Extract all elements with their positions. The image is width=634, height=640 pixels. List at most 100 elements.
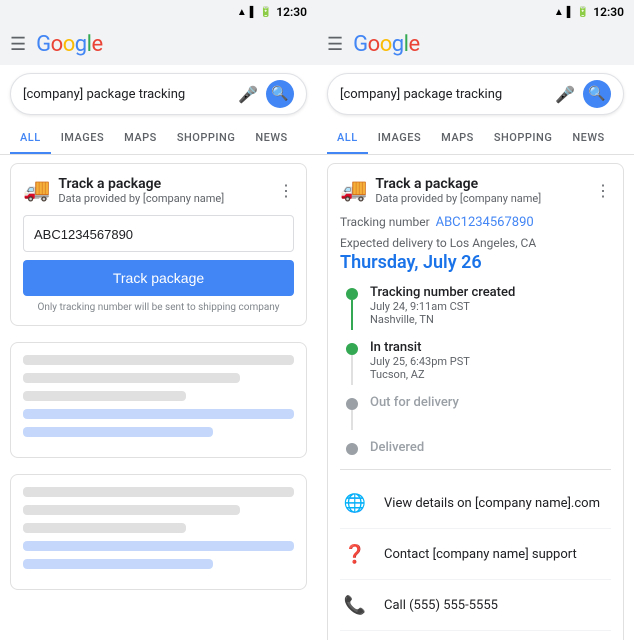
left-card-subtitle: Data provided by [company name] xyxy=(58,192,224,205)
right-panel: ▲ ▌ 🔋 12:30 ☰ Google [company] package t… xyxy=(317,0,634,640)
right-card-titles: Track a package Data provided by [compan… xyxy=(375,176,541,205)
timeline-content-4: Delivered xyxy=(370,440,611,459)
right-tab-images[interactable]: IMAGES xyxy=(368,123,431,154)
delivery-label: Expected delivery to Los Angeles, CA xyxy=(340,236,611,250)
left-tab-maps[interactable]: MAPS xyxy=(114,123,167,154)
right-time: 12:30 xyxy=(593,5,624,19)
right-status-icons: ▲ ▌ 🔋 xyxy=(554,7,589,18)
action-view-details-text: View details on [company name].com xyxy=(384,496,600,511)
timeline: Tracking number created July 24, 9:11am … xyxy=(340,285,611,459)
right-search-button[interactable]: 🔍 xyxy=(583,80,611,108)
right-search-text: [company] package tracking xyxy=(340,87,547,102)
action-call[interactable]: 📞 Call (555) 555-5555 xyxy=(340,580,611,631)
right-content-area: 🚚 Track a package Data provided by [comp… xyxy=(317,155,634,640)
timeline-detail-1b: Nashville, TN xyxy=(370,313,611,326)
timeline-dot-col-1 xyxy=(344,285,360,330)
tracking-label: Tracking number xyxy=(340,215,430,229)
timeline-line-3 xyxy=(351,410,353,430)
timeline-line-2 xyxy=(351,355,353,385)
timeline-item-created: Tracking number created July 24, 9:11am … xyxy=(344,285,611,330)
left-tracking-input[interactable] xyxy=(34,227,283,242)
timeline-item-transit: In transit July 25, 6:43pm PST Tucson, A… xyxy=(344,340,611,385)
right-card-header: 🚚 Track a package Data provided by [comp… xyxy=(340,176,611,205)
left-status-bar: ▲ ▌ 🔋 12:30 xyxy=(0,0,317,24)
tracking-number-link[interactable]: ABC1234567890 xyxy=(436,215,534,230)
left-more-icon[interactable]: ⋮ xyxy=(278,181,294,200)
left-tab-shopping[interactable]: SHOPPING xyxy=(167,123,246,154)
right-status-bar: ▲ ▌ 🔋 12:30 xyxy=(317,0,634,24)
skeleton-line-2 xyxy=(23,373,240,383)
right-card-title: Track a package xyxy=(375,176,541,192)
right-header: ☰ Google xyxy=(317,24,634,65)
right-tab-maps[interactable]: MAPS xyxy=(431,123,484,154)
left-header: ☰ Google xyxy=(0,24,317,65)
skeleton-line-8 xyxy=(23,523,186,533)
action-track-another[interactable]: 🚚 Track another package xyxy=(340,631,611,640)
timeline-content-1: Tracking number created July 24, 9:11am … xyxy=(370,285,611,330)
left-disclaimer: Only tracking number will be sent to shi… xyxy=(23,302,294,313)
right-more-icon[interactable]: ⋮ xyxy=(595,181,611,200)
timeline-title-3: Out for delivery xyxy=(370,395,611,410)
left-nav-tabs: ALL IMAGES MAPS SHOPPING NEWS xyxy=(0,123,317,155)
left-card-header-left: 🚚 Track a package Data provided by [comp… xyxy=(23,176,224,205)
right-card-subtitle: Data provided by [company name] xyxy=(375,192,541,205)
right-truck-icon: 🚚 xyxy=(340,178,367,203)
right-nav-tabs: ALL IMAGES MAPS SHOPPING NEWS xyxy=(317,123,634,155)
right-hamburger-icon[interactable]: ☰ xyxy=(327,34,343,55)
skeleton-line-1 xyxy=(23,355,294,365)
left-tracker-card: 🚚 Track a package Data provided by [comp… xyxy=(10,163,307,326)
signal-icon: ▌ xyxy=(250,7,257,18)
skeleton-line-9 xyxy=(23,541,294,551)
timeline-detail-1a: July 24, 9:11am CST xyxy=(370,300,611,313)
left-tab-all[interactable]: ALL xyxy=(10,123,51,154)
timeline-dot-col-4 xyxy=(344,440,360,459)
left-google-logo: Google xyxy=(36,32,102,57)
right-tab-shopping[interactable]: SHOPPING xyxy=(484,123,563,154)
timeline-dot-col-3 xyxy=(344,395,360,430)
timeline-content-3: Out for delivery xyxy=(370,395,611,430)
skeleton-line-3 xyxy=(23,391,186,401)
left-search-bar[interactable]: [company] package tracking 🎤 🔍 xyxy=(10,73,307,115)
right-signal-icon: ▌ xyxy=(567,7,574,18)
battery-icon: 🔋 xyxy=(260,7,272,18)
left-mic-icon[interactable]: 🎤 xyxy=(238,85,258,104)
timeline-content-2: In transit July 25, 6:43pm PST Tucson, A… xyxy=(370,340,611,385)
left-track-button[interactable]: Track package xyxy=(23,260,294,296)
left-status-icons: ▲ ▌ 🔋 xyxy=(237,7,272,18)
action-view-details[interactable]: 🌐 View details on [company name].com xyxy=(340,478,611,529)
timeline-dot-4 xyxy=(346,443,358,455)
action-contact-text: Contact [company name] support xyxy=(384,547,577,562)
right-battery-icon: 🔋 xyxy=(577,7,589,18)
action-divider xyxy=(340,469,611,470)
right-tracker-card: 🚚 Track a package Data provided by [comp… xyxy=(327,163,624,640)
left-card-header: 🚚 Track a package Data provided by [comp… xyxy=(23,176,294,205)
left-truck-icon: 🚚 xyxy=(23,178,50,203)
globe-icon: 🌐 xyxy=(340,488,370,518)
left-tab-images[interactable]: IMAGES xyxy=(51,123,114,154)
skeleton-line-10 xyxy=(23,559,213,569)
timeline-item-out-delivery: Out for delivery xyxy=(344,395,611,430)
timeline-item-delivered: Delivered xyxy=(344,440,611,459)
skeleton-line-4 xyxy=(23,409,294,419)
right-mic-icon[interactable]: 🎤 xyxy=(555,85,575,104)
timeline-line-1 xyxy=(351,300,353,330)
left-tracking-input-wrapper[interactable] xyxy=(23,215,294,252)
action-contact-support[interactable]: ❓ Contact [company name] support xyxy=(340,529,611,580)
right-tab-news[interactable]: NEWS xyxy=(562,123,614,154)
left-card-titles: Track a package Data provided by [compan… xyxy=(58,176,224,205)
left-search-button[interactable]: 🔍 xyxy=(266,80,294,108)
left-hamburger-icon[interactable]: ☰ xyxy=(10,34,26,55)
timeline-detail-2b: Tucson, AZ xyxy=(370,368,611,381)
timeline-title-1: Tracking number created xyxy=(370,285,611,300)
left-skeleton-1 xyxy=(10,342,307,458)
phone-icon: 📞 xyxy=(340,590,370,620)
timeline-dot-1 xyxy=(346,288,358,300)
question-icon: ❓ xyxy=(340,539,370,569)
right-tab-all[interactable]: ALL xyxy=(327,123,368,154)
timeline-detail-2a: July 25, 6:43pm PST xyxy=(370,355,611,368)
left-search-icon: 🔍 xyxy=(271,86,288,102)
left-search-text: [company] package tracking xyxy=(23,87,230,102)
right-search-bar[interactable]: [company] package tracking 🎤 🔍 xyxy=(327,73,624,115)
skeleton-line-5 xyxy=(23,427,213,437)
left-tab-news[interactable]: NEWS xyxy=(245,123,297,154)
